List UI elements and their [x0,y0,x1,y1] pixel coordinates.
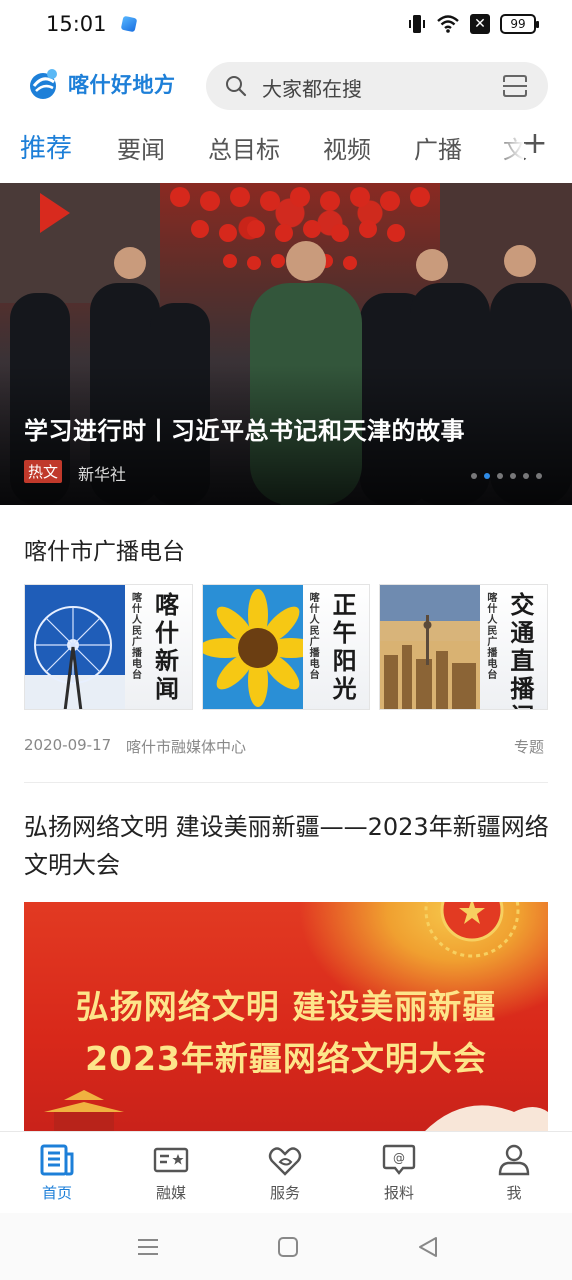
radio-card-list: 喀什人民广播电台 喀什新闻 喀什人民广播电台 正午阳光 喀什人民广播电台 交通直… [24,584,549,710]
system-navigation-bar [0,1213,572,1280]
sunflower-photo [202,585,303,709]
carousel-dot [536,473,542,479]
nav-label: 首页 [41,1184,72,1202]
carousel-dot-active [484,473,490,479]
program-plate: 喀什人民广播电台 正午阳光 [302,585,370,709]
nav-home[interactable]: 首页 [17,1142,97,1203]
carousel-dot [510,473,516,479]
hot-tag-badge: 热文 [24,460,63,483]
emblem-decoration [424,902,520,958]
wifi-icon [437,15,459,33]
status-icons: ✕ 99 [408,13,539,35]
tab-headlines[interactable]: 要闻 [117,130,165,165]
publish-date: 2020-09-17 [24,736,112,754]
logo-text: 喀什好地方 [68,73,176,97]
radio-card-noon-sunshine[interactable]: 喀什人民广播电台 正午阳光 [201,584,371,710]
app-logo[interactable]: 喀什好地方 [26,66,176,102]
scan-icon[interactable] [502,74,528,98]
carousel-dot [523,473,529,479]
menu-icon[interactable] [134,1233,162,1261]
program-name: 喀什新闻 [155,591,179,703]
article-image[interactable]: 弘扬网络文明 建设美丽新疆 2023年新疆网络文明大会 [24,902,548,1132]
publisher-name: 喀什市融媒体中心 [126,738,247,756]
carousel-indicator [471,473,542,479]
content-type-label: 专题 [513,738,544,756]
channel-tabs: 推荐 要闻 总目标 视频 广播 文 + [0,124,572,174]
radio-card-traffic-live[interactable]: 喀什人民广播电台 交通直播间 [379,584,549,710]
vibrate-icon [409,15,425,33]
program-name: 正午阳光 [332,591,357,703]
station-name: 喀什人民广播电台 [487,593,498,681]
user-icon [498,1144,530,1176]
status-time: 15:01 [46,12,107,36]
station-name: 喀什人民广播电台 [309,593,320,681]
service-heart-icon [268,1147,302,1176]
tab-fade [498,124,524,174]
carousel-dot [497,473,503,479]
logo-mark-icon [30,69,57,99]
banner-title: 学习进行时丨习近平总书记和天津的故事 [24,417,465,445]
add-channel-button[interactable]: + [522,126,548,161]
tab-goals[interactable]: 总目标 [208,130,280,165]
nav-label: 融媒 [155,1184,186,1202]
nav-report[interactable]: @ 报料 [359,1142,439,1203]
back-icon[interactable] [414,1233,442,1261]
ferris-wheel-photo [25,585,125,709]
no-sim-icon: ✕ [470,14,490,34]
tiananmen-decoration [44,1090,548,1132]
search-bar[interactable]: 大家都在搜 [206,62,548,110]
tab-recommend[interactable]: 推荐 [20,128,72,165]
nav-media[interactable]: 融媒 [131,1142,211,1203]
article-image-subheadline: 2023年新疆网络文明大会 [85,1039,487,1078]
article-title[interactable]: 弘扬网络文明 建设美丽新疆——2023年新疆网络文明大会 [24,808,550,884]
divider [24,782,548,783]
home-news-icon [40,1144,74,1176]
nav-label: 服务 [269,1184,300,1202]
station-name: 喀什人民广播电台 [132,593,142,681]
nav-label: 我 [506,1184,522,1202]
tab-video[interactable]: 视频 [323,130,371,165]
app-header: 喀什好地方 大家都在搜 [0,58,572,114]
radio-section-title[interactable]: 喀什市广播电台 [24,532,185,566]
carousel-dot [471,473,477,479]
media-card-icon [153,1147,189,1173]
bottom-navigation: 首页 融媒 服务 @ 报料 我 [0,1131,572,1213]
status-bar: 15:01 ✕ 99 [0,0,572,50]
program-plate: 喀什人民广播电台 喀什新闻 [125,585,192,709]
banner-source: 新华社 [78,465,127,484]
program-plate: 喀什人民广播电台 交通直播间 [480,585,548,709]
city-skyline-photo [380,585,481,709]
nav-label: 报料 [383,1184,414,1202]
search-icon [226,76,247,97]
home-icon[interactable] [274,1233,302,1261]
nav-service[interactable]: 服务 [245,1142,325,1203]
search-placeholder: 大家都在搜 [262,77,362,101]
article-image-headline: 弘扬网络文明 建设美丽新疆 [75,987,497,1026]
radio-card-kashgar-news[interactable]: 喀什人民广播电台 喀什新闻 [24,584,193,710]
hero-banner[interactable]: 学习进行时丨习近平总书记和天津的故事 热文 新华社 [0,183,572,505]
program-name: 交通直播间 [510,591,535,709]
nav-me[interactable]: 我 [474,1142,554,1203]
battery-icon: 99 [500,14,539,34]
report-chat-icon: @ [382,1144,416,1175]
tab-radio[interactable]: 广播 [414,130,462,165]
svg-text:@: @ [393,1151,405,1165]
app-notification-icon [120,15,138,33]
